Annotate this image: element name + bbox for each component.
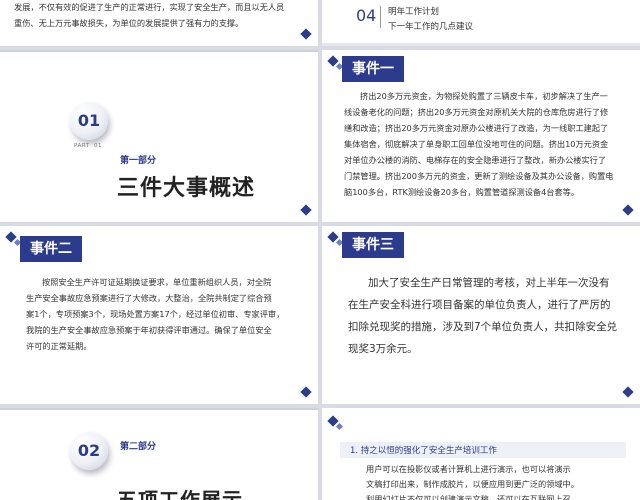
event-line: 案1个，专项预案3个，现场处置方案17个，经过单位初审、专家评审， <box>26 309 285 319</box>
event-tag: 事件一 <box>342 56 404 82</box>
event-body: 挤出20多万元资金，为物探处购置了三辆皮卡车，初步解决了生产一 线设备老化的问题… <box>344 88 640 200</box>
event-line: 缮和改造；挤出20多万元资金对原办公楼进行了改造，为一线职工建起了 <box>344 123 609 133</box>
corner-diamond-icon <box>622 386 634 398</box>
section-label: 第二部分 <box>120 442 157 452</box>
event-body: 按照安全生产许可证延期换证要求，单位重新组织人员，对全院 生产安全事故应急预案进… <box>26 274 316 354</box>
agenda-subtitle: 下一年工作的几点建议 <box>388 22 474 32</box>
event-line: 对单位办公楼的消防、电梯存在的安全隐患进行了整改，新办公楼实行了 <box>344 155 607 165</box>
corner-diamond-icon <box>622 204 634 216</box>
slide-4[interactable]: 事件一 挤出20多万元资金，为物探处购置了三辆皮卡车，初步解决了生产一 线设备老… <box>322 50 640 222</box>
section-number: 02 <box>77 441 101 460</box>
content-body: 用户可以在投影仪或者计算机上进行演示，也可以将演示 文稿打印出来，制作成胶片，以… <box>366 462 636 500</box>
slide-6[interactable]: 事件三 加大了安全生产日常管理的考核，对上半年一次没有 在生产安全科进行项目备案… <box>322 226 640 404</box>
part-label: PART 01 <box>74 143 103 149</box>
content-line: 利用幻灯片不仅可以创建演示文稿，还可以在互联网上召 <box>366 494 571 500</box>
slide-1-line: 重伤、无上万元事故损失，为单位的发展提供了强有力的支撑。 <box>14 18 244 28</box>
event-tag: 事件三 <box>342 232 404 258</box>
agenda-number: 04 <box>356 6 377 25</box>
slide-2-bottom-bar <box>322 43 640 46</box>
corner-diamond-icon <box>300 204 312 216</box>
corner-diamond-icon <box>300 28 312 40</box>
event-line: 按照安全生产许可证延期换证要求，单位重新组织人员，对全院 <box>42 277 272 287</box>
corner-diamond-icon <box>300 386 312 398</box>
event-tag: 事件二 <box>20 236 82 262</box>
slide-8[interactable]: 1. 持之以恒的强化了安全生产培训工作 用户可以在投影仪或者计算机上进行演示，也… <box>322 408 640 500</box>
section-number: 01 <box>77 111 101 130</box>
agenda-title: 明年工作计划 <box>388 7 440 17</box>
content-heading: 1. 持之以恒的强化了安全生产培训工作 <box>350 446 497 456</box>
section-title: 五项工作展示 <box>117 488 243 500</box>
section-number-badge: 01 <box>70 102 108 140</box>
top-accent-bar <box>0 50 318 52</box>
slide-3[interactable]: 01 PART 01 第一部分 三件大事概述 <box>0 50 318 222</box>
content-line: 文稿打印出来，制作成胶片，以便应用到更广泛的领域中。 <box>366 479 579 489</box>
event-line: 加大了安全生产日常管理的考核，对上半年一次没有 <box>368 277 610 289</box>
corner-diamonds-icon <box>326 414 356 434</box>
slide-1-line: 发展，不仅有效的促进了生产的正常进行，实现了安全生产，而且以无人员 <box>14 2 285 12</box>
event-line: 扣除兑现奖的措施，涉及到7个单位负责人，共扣除安全兑 <box>348 321 618 333</box>
event-line: 我院的生产安全事故应急预案于年初获得评审通过。确保了单位安全 <box>26 325 272 335</box>
slide-1-text: 发展，不仅有效的促进了生产的正常进行，实现了安全生产，而且以无人员 重伤、无上万… <box>14 0 314 31</box>
event-line: 现奖3万余元。 <box>348 343 418 355</box>
event-line: 集体宿舍，彻底解决了单身职工回单位没地可住的问题。挤出10万元资金 <box>344 139 609 149</box>
event-body: 加大了安全生产日常管理的考核，对上半年一次没有 在生产安全科进行项目备案的单位负… <box>348 272 638 360</box>
event-line: 生产安全事故应急预案进行了大修改，大整治，全院共制定了综合预 <box>26 293 272 303</box>
content-line: 用户可以在投影仪或者计算机上进行演示，也可以将演示 <box>366 464 571 474</box>
slide-1[interactable]: 发展，不仅有效的促进了生产的正常进行，实现了安全生产，而且以无人员 重伤、无上万… <box>0 0 318 46</box>
event-line: 挤出20多万元资金，为物探处购置了三辆皮卡车，初步解决了生产一 <box>360 91 608 101</box>
event-line: 许可的正常延期。 <box>26 341 92 351</box>
event-line: 在生产安全科进行项目备案的单位负责人，进行了严厉的 <box>348 299 611 311</box>
event-line: 门禁管理。挤出200多万元的资金，更新了测绘设备及其办公设备，购置电 <box>344 171 614 181</box>
section-number-badge: 02 <box>70 432 108 470</box>
top-accent-bar <box>0 408 318 410</box>
section-title: 三件大事概述 <box>117 176 256 201</box>
slide-5[interactable]: 事件二 按照安全生产许可证延期换证要求，单位重新组织人员，对全院 生产安全事故应… <box>0 226 318 404</box>
event-line: 线设备老化的问题；挤出20多万元资金对原机关大院的仓库危房进行了修 <box>344 107 609 117</box>
agenda-divider <box>380 6 381 28</box>
slide-7[interactable]: 02 第二部分 五项工作展示 <box>0 408 318 500</box>
section-label: 第一部分 <box>120 156 157 166</box>
slide-2[interactable]: 04 明年工作计划 下一年工作的几点建议 <box>322 0 640 46</box>
event-line: 脑100多台，RTK测绘设备20多台，购置管道探测设备4台套等。 <box>344 187 580 197</box>
